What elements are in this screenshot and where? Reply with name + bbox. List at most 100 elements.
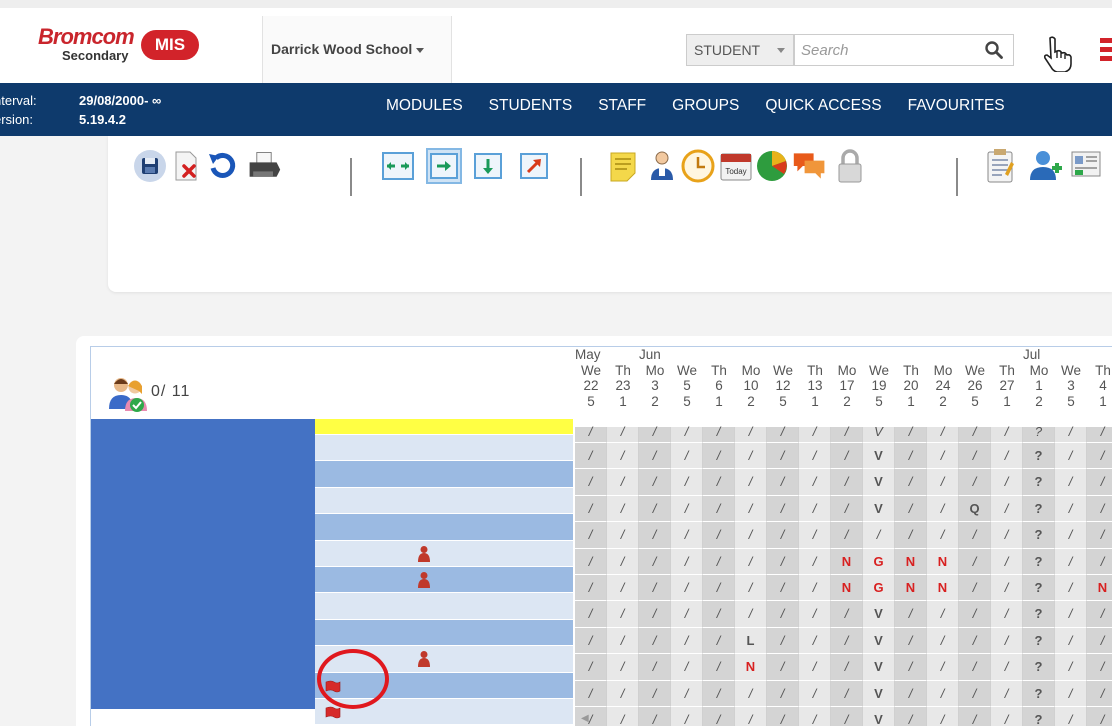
attendance-cell[interactable]: / [735, 495, 767, 523]
attendance-cell[interactable]: / [767, 469, 799, 496]
attendance-cell[interactable]: N [895, 548, 927, 575]
attendance-cell[interactable]: / [607, 495, 639, 523]
attendance-cell[interactable]: / [799, 495, 831, 523]
attendance-cell[interactable]: / [927, 425, 959, 443]
attendance-cell[interactable]: / [927, 495, 959, 523]
attendance-cell[interactable]: / [639, 469, 671, 496]
attendance-cell[interactable]: / [895, 443, 927, 470]
attendance-cell[interactable]: / [1055, 601, 1087, 628]
nav-modules[interactable]: MODULES [386, 97, 463, 115]
attendance-cell[interactable]: / [575, 680, 607, 707]
attendance-cell[interactable]: / [639, 627, 671, 655]
attendance-cell[interactable]: / [799, 574, 831, 602]
attendance-cell[interactable]: / [1087, 654, 1112, 681]
attendance-cell[interactable]: / [671, 425, 703, 443]
attendance-cell[interactable]: ? [1023, 574, 1055, 602]
attendance-cell[interactable]: / [1087, 706, 1112, 726]
attendance-cell[interactable]: / [831, 469, 863, 496]
search-input[interactable] [794, 34, 1014, 66]
attendance-cell[interactable]: / [671, 627, 703, 655]
attendance-cell[interactable]: / [575, 548, 607, 575]
attendance-cell[interactable]: / [895, 425, 927, 443]
save-icon[interactable] [132, 148, 168, 184]
person-alert-icon[interactable] [417, 650, 431, 668]
attendance-cell[interactable]: / [767, 443, 799, 470]
attendance-cell[interactable]: / [703, 706, 735, 726]
attendance-cell[interactable]: / [831, 425, 863, 443]
clock-icon[interactable] [680, 148, 716, 184]
attendance-cell[interactable]: / [575, 469, 607, 496]
attendance-cell[interactable]: / [1087, 469, 1112, 496]
attendance-cell[interactable]: / [575, 495, 607, 523]
student-row[interactable] [315, 566, 573, 594]
person-alert-icon[interactable] [417, 571, 431, 589]
id-card-icon[interactable] [1068, 148, 1104, 184]
attendance-cell[interactable]: / [991, 522, 1023, 549]
red-flag-icon[interactable] [325, 706, 341, 719]
attendance-cell[interactable]: / [1087, 443, 1112, 470]
attendance-cell[interactable]: / [703, 469, 735, 496]
attendance-cell[interactable]: / [927, 469, 959, 496]
person-alert-icon[interactable] [417, 545, 431, 563]
attendance-cell[interactable]: / [639, 574, 671, 602]
attendance-cell[interactable]: V [863, 425, 895, 443]
attendance-cell[interactable]: ? [1023, 425, 1055, 443]
search-icon[interactable] [984, 40, 1004, 60]
attendance-cell[interactable]: / [1055, 680, 1087, 707]
attendance-cell[interactable]: / [639, 654, 671, 681]
attendance-cell[interactable]: / [831, 680, 863, 707]
attendance-cell[interactable]: / [831, 601, 863, 628]
attendance-cell[interactable]: / [639, 706, 671, 726]
attendance-cell[interactable]: / [991, 627, 1023, 655]
attendance-cell[interactable]: V [863, 627, 895, 655]
attendance-cell[interactable]: / [671, 706, 703, 726]
attendance-cell[interactable]: / [927, 680, 959, 707]
attendance-cell[interactable]: / [895, 601, 927, 628]
attendance-cell[interactable]: / [959, 601, 991, 628]
attendance-cell[interactable]: / [927, 654, 959, 681]
attendance-cell[interactable]: / [703, 654, 735, 681]
attendance-cell[interactable]: / [735, 425, 767, 443]
attendance-cell[interactable]: / [1055, 425, 1087, 443]
student-row[interactable] [315, 461, 573, 488]
attendance-cell[interactable]: / [767, 574, 799, 602]
attendance-cell[interactable]: / [895, 627, 927, 655]
arrow-down-icon[interactable] [470, 148, 506, 184]
attendance-cell[interactable]: / [703, 495, 735, 523]
nav-staff[interactable]: STAFF [598, 97, 646, 115]
attendance-cell[interactable]: / [671, 601, 703, 628]
attendance-cell[interactable]: / [991, 495, 1023, 523]
attendance-cell[interactable]: / [991, 469, 1023, 496]
student-row[interactable] [315, 540, 573, 567]
attendance-cell[interactable]: / [799, 627, 831, 655]
attendance-cell[interactable]: ? [1023, 601, 1055, 628]
attendance-cell[interactable]: / [671, 522, 703, 549]
attendance-cell[interactable]: / [767, 706, 799, 726]
attendance-cell[interactable]: / [639, 425, 671, 443]
nav-favourites[interactable]: FAVOURITES [908, 97, 1005, 115]
nav-groups[interactable]: GROUPS [672, 97, 739, 115]
attendance-cell[interactable]: / [895, 469, 927, 496]
user-icon[interactable] [644, 148, 680, 184]
school-selector[interactable]: Darrick Wood School [271, 41, 425, 57]
attendance-cell[interactable]: V [863, 601, 895, 628]
attendance-cell[interactable]: / [703, 574, 735, 602]
attendance-cell[interactable]: N [831, 574, 863, 602]
attendance-cell[interactable]: / [1055, 706, 1087, 726]
attendance-cell[interactable]: / [1087, 425, 1112, 443]
attendance-cell[interactable]: / [1087, 548, 1112, 575]
attendance-cell[interactable]: / [767, 495, 799, 523]
attendance-cell[interactable]: V [863, 680, 895, 707]
notes-icon[interactable] [606, 148, 642, 184]
attendance-cell[interactable]: / [1055, 548, 1087, 575]
attendance-cell[interactable]: / [575, 425, 607, 443]
attendance-cell[interactable]: / [671, 680, 703, 707]
attendance-cell[interactable]: / [959, 574, 991, 602]
attendance-cell[interactable]: N [927, 548, 959, 575]
student-row[interactable] [315, 419, 573, 435]
attendance-cell[interactable]: / [927, 443, 959, 470]
attendance-cell[interactable]: / [639, 601, 671, 628]
attendance-cell[interactable]: / [767, 680, 799, 707]
attendance-cell[interactable]: / [703, 627, 735, 655]
attendance-cell[interactable]: / [799, 425, 831, 443]
